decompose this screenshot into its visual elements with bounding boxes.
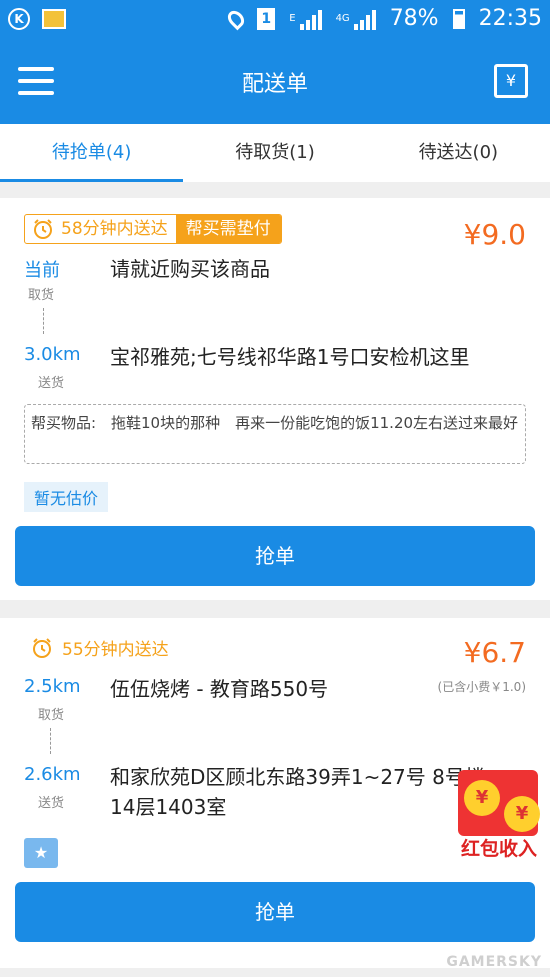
delivery-label: 送货 (38, 796, 65, 811)
time-limit-badge: 55分钟内送达 (30, 636, 177, 664)
network-4g-label: 4G (335, 13, 350, 24)
battery-percent: 78% (389, 6, 439, 31)
purchase-items-value: 拖鞋10块的那种 再来一份能吃饱的饭11.20左右送过来最好 (111, 414, 519, 432)
coin-icon: ¥ (504, 796, 540, 832)
clock-time: 22:35 (478, 6, 542, 31)
location-icon (224, 7, 248, 30)
watermark: GAMERSKY (446, 954, 542, 970)
grab-order-button[interactable]: 抢单 (15, 882, 535, 942)
tab-pending-grab[interactable]: 待抢单(4) (0, 124, 184, 182)
red-packet-label: 红包收入 (460, 838, 537, 860)
star-icon[interactable]: ★ (24, 838, 58, 868)
delivery-distance: 3.0km (24, 344, 81, 365)
coin-icon: ¥ (464, 780, 500, 816)
route-divider (43, 308, 44, 334)
tab-pending-delivery[interactable]: 待送达(0) (367, 124, 550, 182)
time-limit-text: 58分钟内送达 (61, 219, 168, 239)
delivery-label: 送货 (38, 376, 65, 391)
gallery-notification-icon (42, 9, 66, 29)
buy-advance-tag: 帮买需垫付 (175, 215, 281, 243)
alarm-clock-icon (31, 217, 55, 241)
time-limit-badge: 58分钟内送达 帮买需垫付 (24, 214, 282, 244)
sim-icon: 1 (257, 7, 276, 30)
signal-icon (299, 8, 322, 30)
route-divider (50, 728, 51, 754)
time-limit-text: 55分钟内送达 (62, 640, 169, 660)
k-app-icon: K (8, 8, 30, 30)
battery-icon (452, 8, 465, 29)
tab-bar: 待抢单(4) 待取货(1) 待送达(0) (0, 124, 550, 182)
order-price: ¥9.0 (463, 218, 526, 251)
app-bar: 配送单 ¥ (0, 40, 550, 124)
pickup-label: 取货 (28, 288, 55, 303)
order-price: ¥6.7 (463, 636, 526, 669)
pickup-distance: 当前 (24, 260, 60, 281)
signal-icon-2 (353, 8, 376, 30)
red-packet-income-badge[interactable]: ¥ ¥ 红包收入 (448, 760, 550, 872)
grab-order-button[interactable]: 抢单 (15, 526, 535, 586)
purchase-items-box: 帮买物品: 拖鞋10块的那种 再来一份能吃饱的饭11.20左右送过来最好 (24, 404, 526, 464)
purchase-items-label: 帮买物品: (31, 414, 97, 432)
tab-pending-pickup[interactable]: 待取货(1) (183, 124, 366, 182)
pickup-address: 请就近购买该商品 (110, 257, 270, 281)
order-card: 58分钟内送达 帮买需垫付 ¥9.0 当前 取货 请就近购买该商品 3.0km … (0, 198, 550, 600)
delivery-address: 宝祁雅苑;七号线祁华路1号口安检机这里 (110, 345, 470, 369)
alarm-clock-icon (30, 636, 54, 664)
receipt-icon[interactable]: ¥ (494, 64, 528, 98)
pickup-distance: 2.5km (24, 676, 81, 697)
status-bar: K 1 E 4G 78% 22:35 (0, 0, 550, 40)
pickup-address: 伍伍烧烤 - 教育路550号 (110, 677, 329, 701)
network-e-label: E (289, 13, 296, 24)
page-title: 配送单 (241, 72, 308, 97)
no-estimate-tag: 暂无估价 (24, 482, 109, 512)
delivery-distance: 2.6km (24, 764, 81, 785)
pickup-label: 取货 (38, 708, 65, 723)
